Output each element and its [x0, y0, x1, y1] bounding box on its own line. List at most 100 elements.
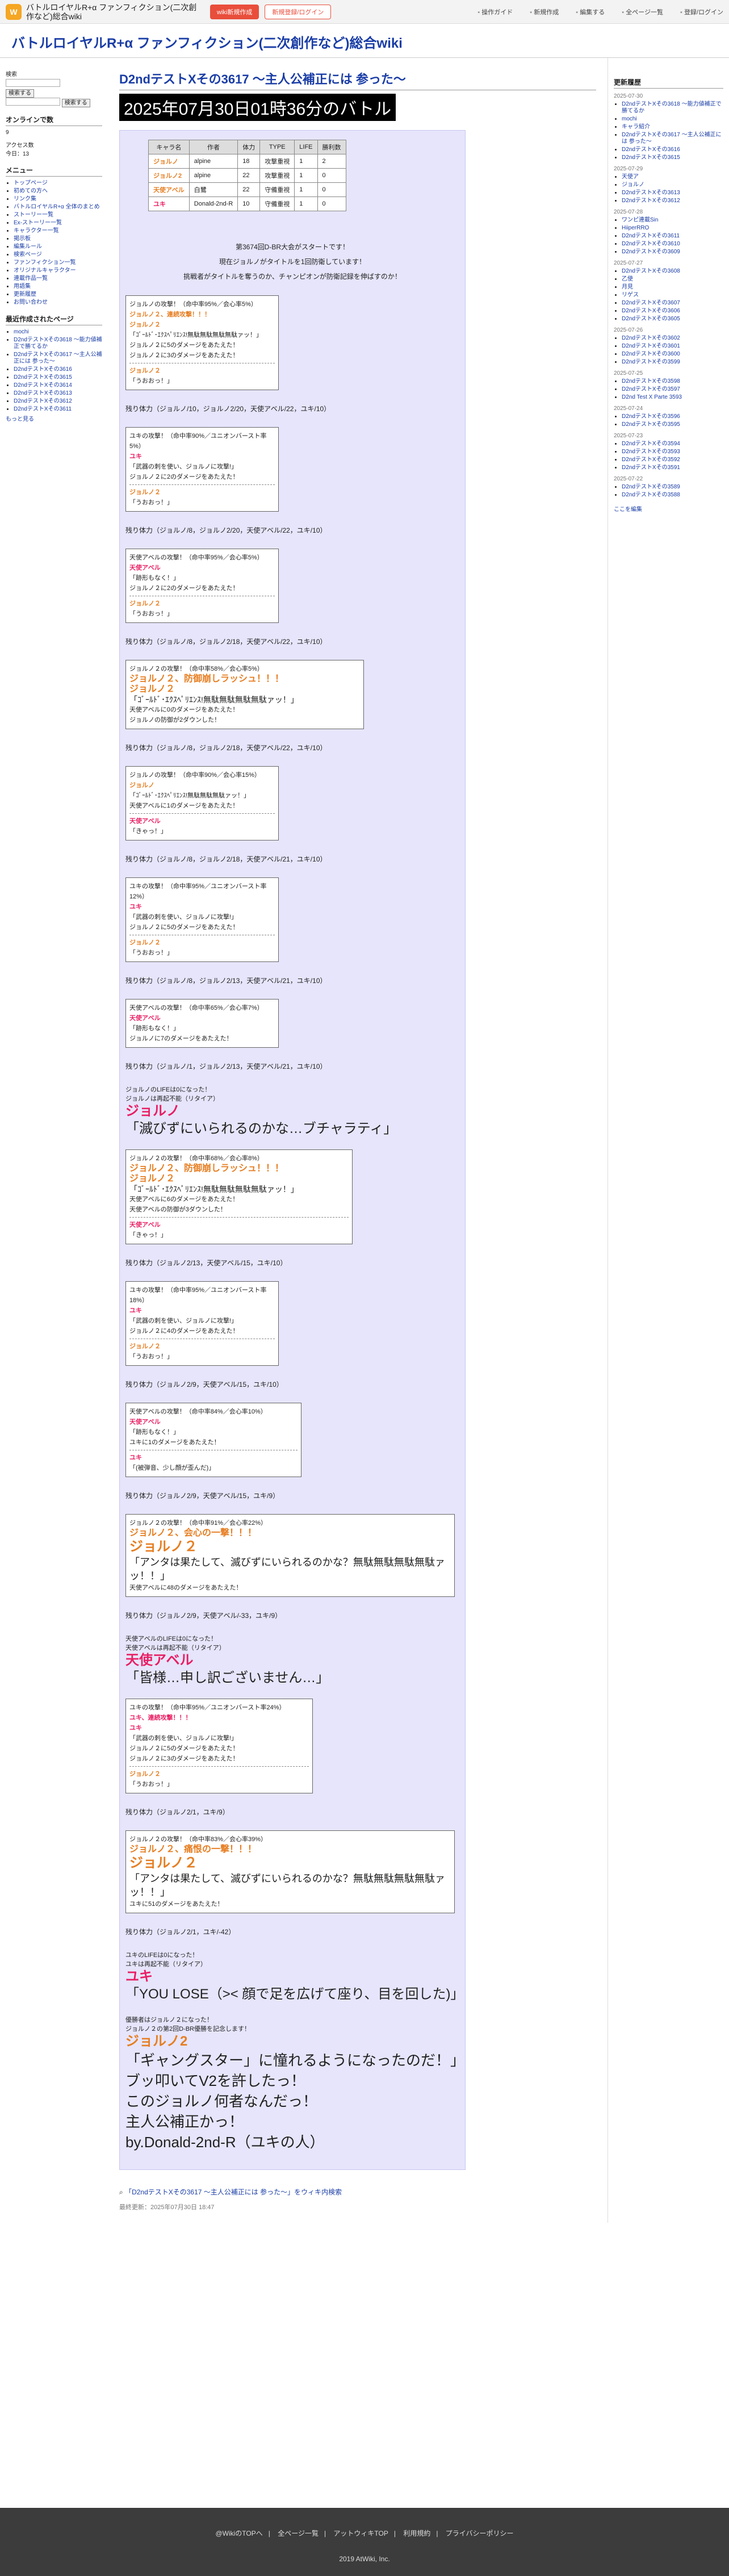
- recent-item[interactable]: D2ndテストXその3611: [14, 406, 72, 412]
- history-item[interactable]: D2ndテストXその3589: [622, 484, 680, 490]
- wiki-logo-icon[interactable]: W: [6, 3, 22, 20]
- wiki-search-link-text[interactable]: 「D2ndテストXその3617 〜主人公補正には 参った〜」をウィキ内検索: [125, 2188, 342, 2196]
- recent-item[interactable]: D2ndテストXその3612: [14, 398, 72, 404]
- menu-item[interactable]: 掲示板: [14, 236, 31, 242]
- recent-item[interactable]: D2ndテストXその3615: [14, 374, 72, 380]
- log-line: ジョルノ２: [129, 321, 161, 328]
- login-button[interactable]: 新規登録/ログイン: [265, 4, 332, 19]
- log-line: 「うおおっ！」: [129, 610, 173, 617]
- history-item[interactable]: D2ndテストXその3594: [622, 441, 680, 447]
- recent-item[interactable]: D2ndテストXその3617 〜主人公補正には 参った〜: [14, 352, 102, 365]
- search-input[interactable]: [6, 79, 60, 87]
- history-item[interactable]: D2ndテストXその3596: [622, 413, 680, 420]
- right-sidebar: 更新履歴 2025-07-30 D2ndテストXその3618 〜能力値補正で勝て…: [608, 58, 729, 2223]
- history-item[interactable]: D2ndテストXその3607: [622, 300, 680, 306]
- search-input-2[interactable]: [6, 98, 60, 106]
- wiki-name[interactable]: バトルロイヤルR+α ファンフィクション(二次創作など)総合wiki: [26, 3, 202, 21]
- history-item[interactable]: D2ndテストXその3588: [622, 492, 680, 498]
- menu-item[interactable]: ファンフィクション一覧: [14, 260, 76, 266]
- history-item[interactable]: D2ndテストXその3609: [622, 249, 680, 255]
- log-line: ジョルノ２: [129, 1855, 198, 1871]
- history-item[interactable]: D2ndテストXその3615: [622, 154, 680, 161]
- nav-guide[interactable]: 操作ガイド: [477, 7, 513, 16]
- history-item[interactable]: D2ndテストXその3606: [622, 308, 680, 314]
- history-item[interactable]: D2nd Test X Parte 3593: [622, 394, 682, 400]
- menu-item[interactable]: オリジナルキャラクター: [14, 267, 76, 274]
- history-item[interactable]: リゲス: [622, 292, 639, 298]
- log-line: ジョルノ２に2のダメージをあたえた！: [129, 474, 239, 480]
- history-item[interactable]: D2ndテストXその3612: [622, 198, 680, 204]
- nav-login[interactable]: 登録/ログイン: [680, 7, 723, 16]
- log-line: 「うおおっ！」: [129, 1781, 173, 1788]
- menu-item[interactable]: 用語集: [14, 283, 31, 290]
- menu-item[interactable]: 検索ページ: [14, 252, 42, 258]
- menu-item[interactable]: 初めての方へ: [14, 188, 48, 194]
- history-item[interactable]: キャラ紹介: [622, 124, 650, 130]
- history-item[interactable]: D2ndテストXその3602: [622, 335, 680, 341]
- history-item[interactable]: D2ndテストXその3611: [622, 233, 680, 239]
- footer-link[interactable]: プライバシーポリシー: [446, 2529, 514, 2537]
- menu-item[interactable]: トップページ: [14, 180, 48, 186]
- menu-item[interactable]: キャラクター一覧: [14, 228, 59, 234]
- history-date: 2025-07-22: [614, 476, 643, 482]
- history-item[interactable]: D2ndテストXその3598: [622, 378, 680, 384]
- menu-item[interactable]: 編集ルール: [14, 244, 42, 250]
- footer-link[interactable]: 利用規約: [403, 2529, 430, 2537]
- footer-link[interactable]: 全ページ一覧: [278, 2529, 319, 2537]
- menu-item[interactable]: ストーリー一覧: [14, 212, 53, 218]
- td: 攻撃重視: [259, 154, 295, 169]
- history-item[interactable]: D2ndテストXその3618 〜能力値補正で勝てるか: [622, 101, 722, 114]
- log-line: ジョルノ２の攻撃！（命中率91%／会心率22%）: [129, 1520, 267, 1527]
- history-item[interactable]: HiiperRRO: [622, 225, 649, 231]
- recent-item[interactable]: D2ndテストXその3616: [14, 366, 72, 373]
- history-item[interactable]: D2ndテストXその3597: [622, 386, 680, 392]
- recent-item[interactable]: D2ndテストXその3614: [14, 382, 72, 388]
- recent-more-link[interactable]: もっと見る: [6, 416, 34, 423]
- search-button[interactable]: 検索する: [6, 89, 34, 98]
- menu-item[interactable]: 連載作品一覧: [14, 275, 48, 282]
- menu-item[interactable]: 更新履歴: [14, 291, 36, 298]
- history-item[interactable]: 乙使: [622, 276, 633, 282]
- history-item[interactable]: D2ndテストXその3599: [622, 359, 680, 365]
- top-nav: 操作ガイド 新規作成 編集する 全ページ一覧 登録/ログイン: [477, 7, 723, 16]
- log-line: ジョルノ２: [129, 489, 161, 496]
- history-item[interactable]: 月見: [622, 284, 633, 290]
- nav-edit[interactable]: 編集する: [576, 7, 605, 16]
- history-item[interactable]: D2ndテストXその3605: [622, 316, 680, 322]
- footer-link[interactable]: @WikiのTOPへ: [215, 2529, 262, 2537]
- menu-item[interactable]: Ex-ストーリー一覧: [14, 220, 62, 226]
- history-item[interactable]: D2ndテストXその3592: [622, 457, 680, 463]
- history-item[interactable]: 天使ア: [622, 174, 639, 180]
- history-item[interactable]: D2ndテストXその3617 〜主人公補正には 参った〜: [622, 132, 722, 145]
- winner-line: ブッ叩いてV2を許したっ！: [125, 2072, 306, 2089]
- online-count: 9: [6, 129, 9, 136]
- recent-item[interactable]: D2ndテストXその3613: [14, 390, 72, 396]
- history-item[interactable]: D2ndテストXその3616: [622, 147, 680, 153]
- history-item[interactable]: D2ndテストXその3613: [622, 190, 680, 196]
- log-line: 天使アベルの攻撃！（命中率95%／会心率5%）: [129, 554, 263, 561]
- history-item[interactable]: ジョルノ: [622, 182, 644, 188]
- history-item[interactable]: D2ndテストXその3600: [622, 351, 680, 357]
- history-item[interactable]: D2ndテストXその3595: [622, 421, 680, 428]
- nav-new[interactable]: 新規作成: [530, 7, 559, 16]
- site-title[interactable]: バトルロイヤルR+α ファンフィクション(二次創作など)総合wiki: [11, 36, 403, 51]
- history-item[interactable]: mochi: [622, 116, 637, 122]
- search-button-2[interactable]: 検索する: [61, 98, 90, 107]
- nav-allpages[interactable]: 全ページ一覧: [622, 7, 663, 16]
- new-wiki-button[interactable]: wiki新規作成: [210, 4, 259, 19]
- history-item[interactable]: D2ndテストXその3608: [622, 268, 680, 274]
- menu-item[interactable]: リンク集: [14, 196, 36, 202]
- menu-item[interactable]: お問い合わせ: [14, 299, 48, 306]
- menu-item[interactable]: バトルロイヤルR+α 全体のまとめ: [14, 204, 100, 210]
- recent-item[interactable]: D2ndテストXその3618 〜能力値補正で勝てるか: [14, 337, 102, 350]
- edit-here-link[interactable]: ここを編集: [614, 504, 723, 513]
- history-item[interactable]: D2ndテストXその3591: [622, 465, 680, 471]
- history-item[interactable]: D2ndテストXその3593: [622, 449, 680, 455]
- history-item[interactable]: ワンピ連載Sin: [622, 217, 658, 223]
- history-item[interactable]: D2ndテストXその3601: [622, 343, 680, 349]
- wiki-search-link[interactable]: ⌕ 「D2ndテストXその3617 〜主人公補正には 参った〜」をウィキ内検索: [119, 2187, 596, 2197]
- recent-item[interactable]: mochi: [14, 329, 29, 335]
- winner-line: このジョルノ何者なんだっ！: [125, 2093, 318, 2110]
- history-item[interactable]: D2ndテストXその3610: [622, 241, 680, 247]
- footer-link[interactable]: アットウィキTOP: [333, 2529, 388, 2537]
